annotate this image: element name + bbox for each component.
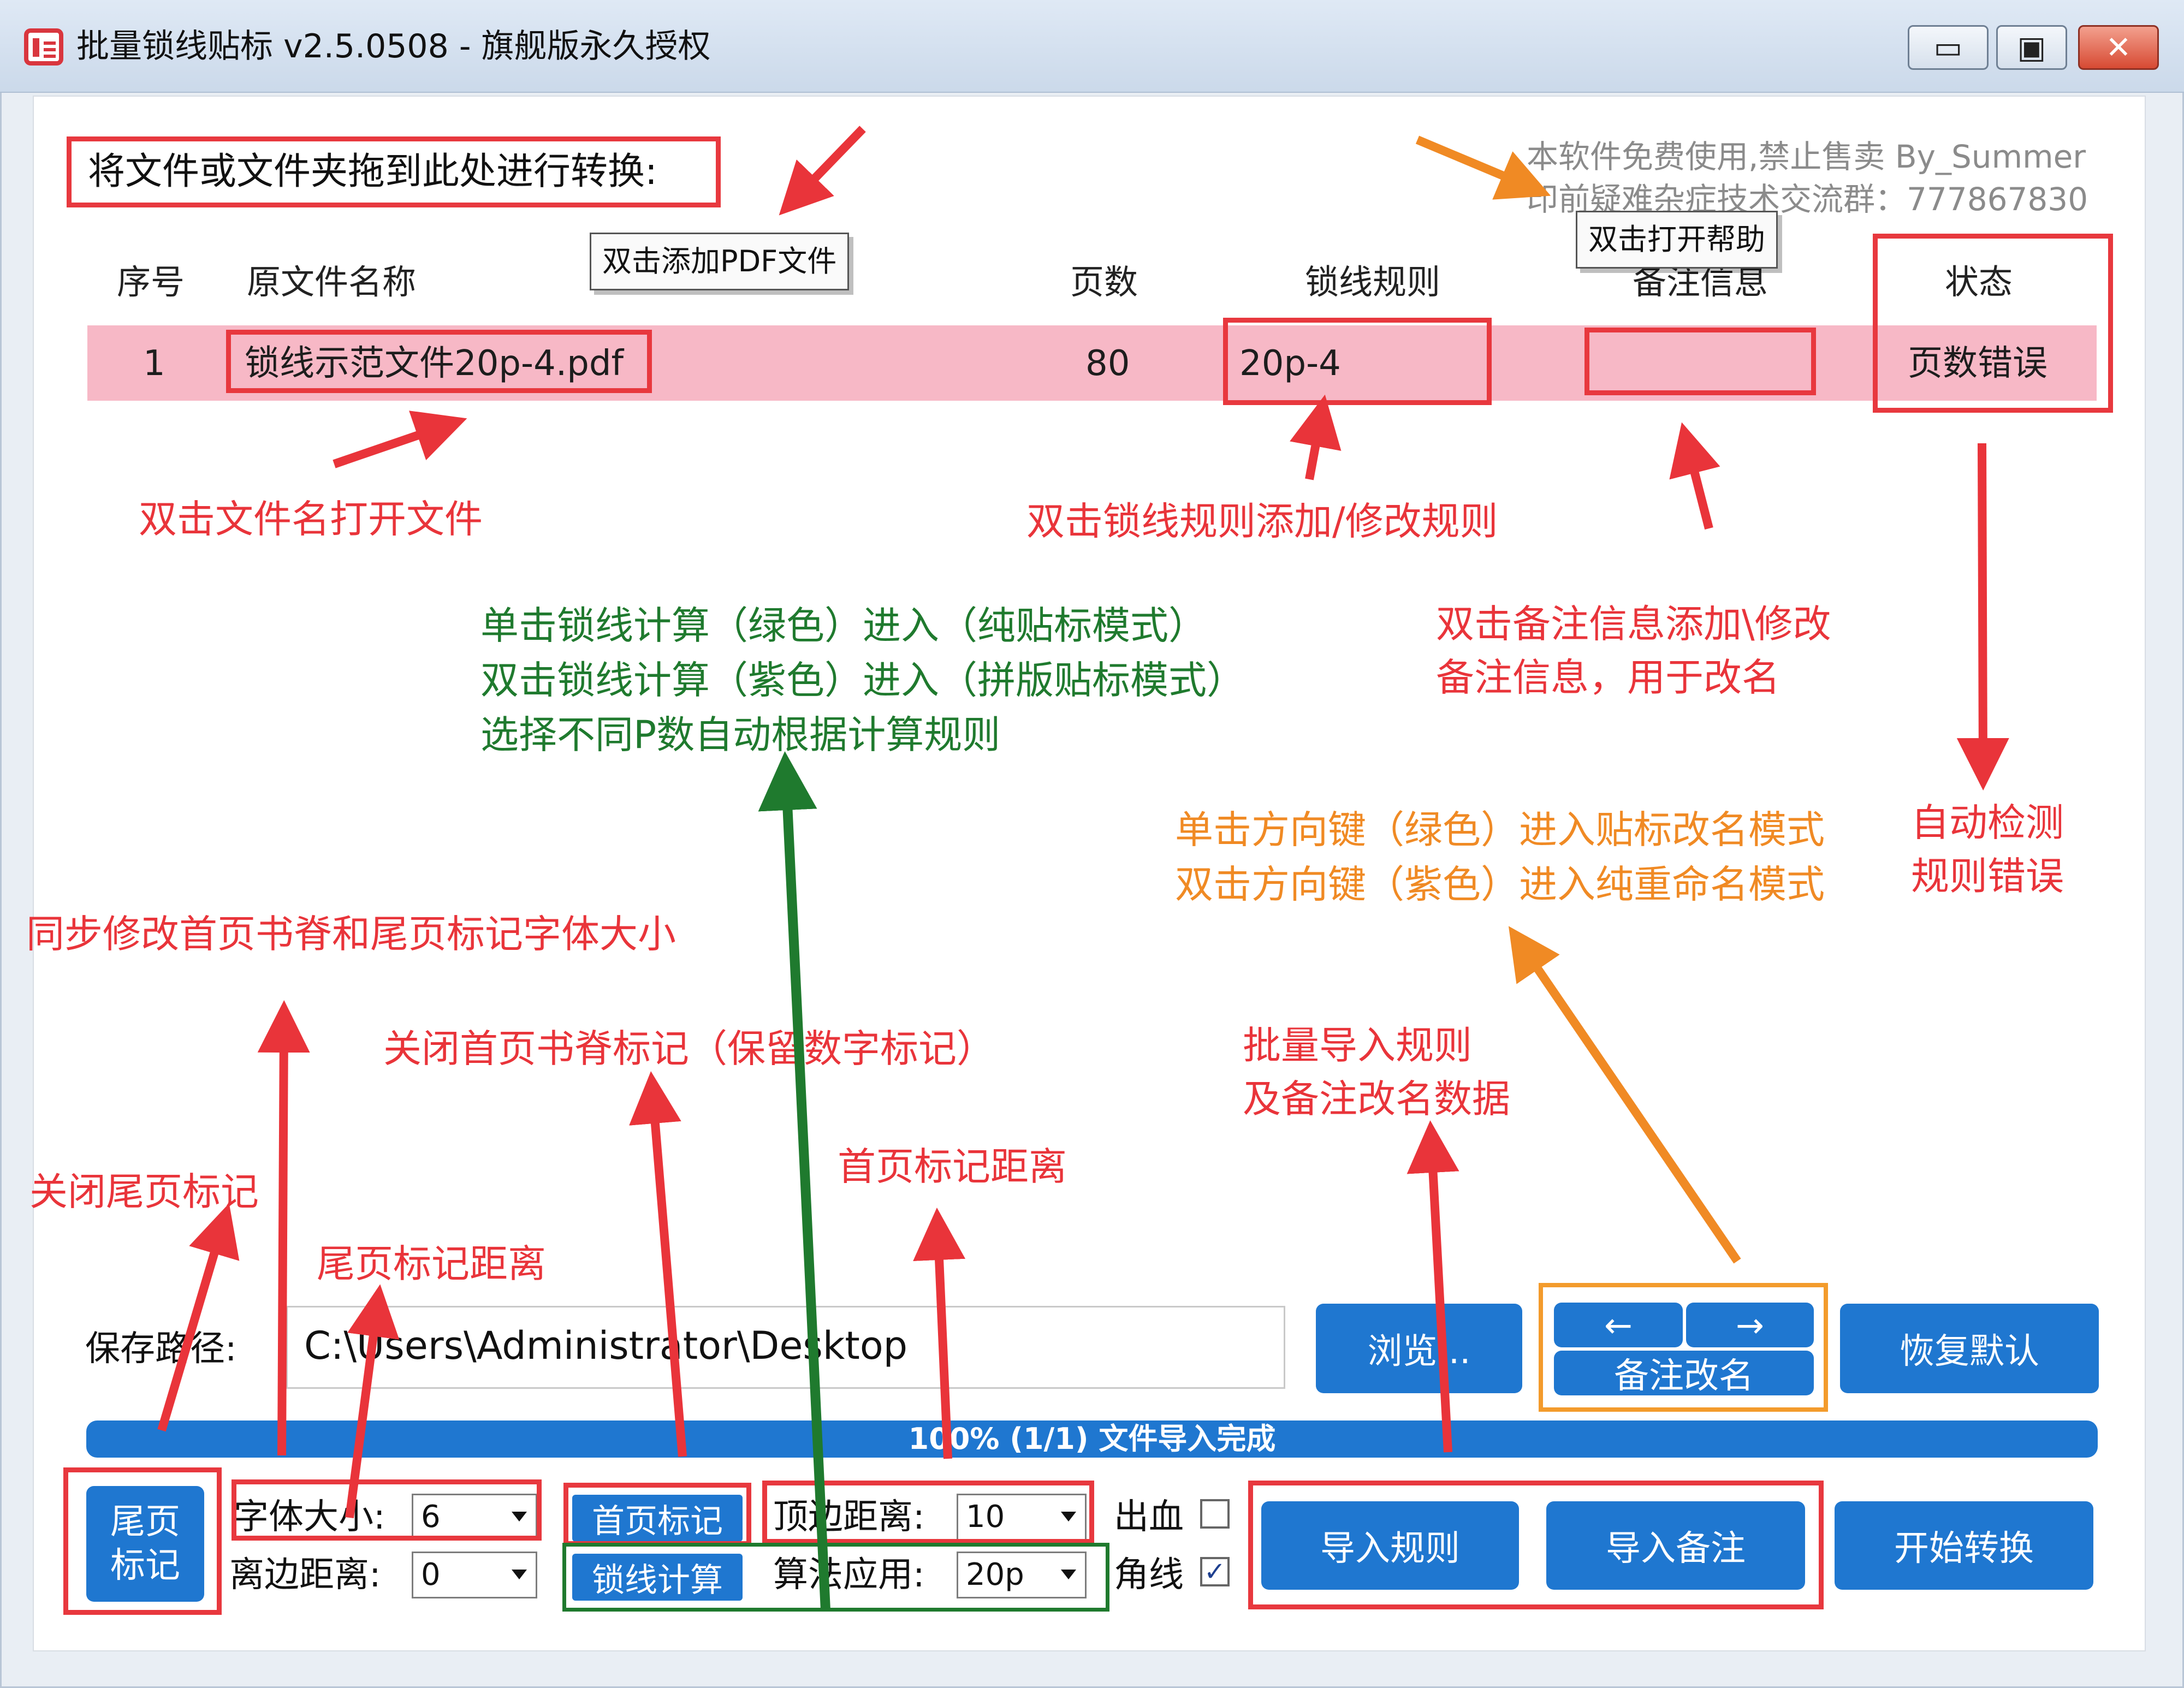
progress-bar: 100% (1/1) 文件导入完成: [86, 1420, 2098, 1458]
row-index: 1: [143, 343, 165, 384]
corner-line-checkbox[interactable]: ✓: [1200, 1557, 1230, 1586]
annotation-first-page-distance: 首页标记距离: [838, 1144, 1067, 1189]
window-title: 批量锁线贴标 v2.5.0508 - 旗舰版永久授权: [76, 27, 711, 66]
header-index[interactable]: 序号: [117, 254, 185, 304]
annotation-font-size-sync: 同步修改首页书脊和尾页标记字体大小: [26, 912, 676, 956]
tooltip-add-pdf: 双击添加PDF文件: [590, 233, 850, 290]
tooltip-open-help: 双击打开帮助: [1576, 211, 1778, 269]
import-highlight-box: [1248, 1481, 1824, 1609]
edge-distance-label: 离边距离:: [229, 1555, 381, 1595]
minimize-icon: ▭: [1933, 29, 1963, 66]
close-button[interactable]: ✕: [2078, 25, 2159, 70]
browse-button[interactable]: 浏览...: [1316, 1304, 1522, 1393]
bleed-checkbox[interactable]: [1200, 1499, 1230, 1529]
lock-calc-highlight-box: [562, 1543, 1109, 1612]
save-path-input[interactable]: C:\Users\Administrator\Desktop: [286, 1306, 1285, 1389]
annotation-batch-import-1: 批量导入规则: [1243, 1023, 1472, 1068]
info-line-1: 本软件免费使用,禁止售卖 By_Summer: [1527, 138, 2086, 175]
row-pages: 80: [1085, 343, 1130, 384]
maximize-icon: ▣: [2017, 29, 2046, 66]
start-convert-button[interactable]: 开始转换: [1835, 1501, 2093, 1590]
annotation-edit-rule: 双击锁线规则添加/修改规则: [1026, 499, 1498, 544]
edge-distance-select[interactable]: 0: [412, 1552, 537, 1598]
bleed-label: 出血: [1114, 1497, 1184, 1537]
header-filename[interactable]: 原文件名称: [247, 254, 416, 304]
annotation-last-page-distance: 尾页标记距离: [317, 1241, 546, 1286]
annotation-close-first-spine: 关闭首页书脊标记（保留数字标记）: [383, 1026, 995, 1071]
save-path-label: 保存路径:: [85, 1329, 237, 1369]
first-page-mark-highlight-box: [563, 1483, 751, 1546]
header-rule[interactable]: 锁线规则: [1305, 254, 1440, 304]
annotation-auto-check-2: 规则错误: [1911, 854, 2064, 899]
corner-line-label: 角线: [1114, 1555, 1184, 1595]
annotation-orange-2: 双击方向键（紫色）进入纯重命名模式: [1175, 862, 1825, 907]
filename-highlight-box: [226, 330, 652, 393]
annotation-orange-1: 单击方向键（绿色）进入贴标改名模式: [1175, 807, 1825, 852]
annotation-batch-import-2: 及备注改名数据: [1243, 1077, 1510, 1121]
close-icon: ✕: [2105, 29, 2132, 66]
font-size-highlight-box: [232, 1479, 542, 1541]
app-icon: [24, 28, 63, 66]
annotation-auto-check-1: 自动检测: [1911, 800, 2064, 845]
edge-distance-value: 0: [421, 1557, 441, 1592]
annotation-note-2: 备注信息，用于改名: [1436, 655, 1780, 700]
last-page-mark-highlight-box: [63, 1467, 222, 1615]
status-highlight-box: [1873, 234, 2113, 413]
drop-hint-label: 将文件或文件夹拖到此处进行转换:: [67, 136, 721, 207]
annotation-note-1: 双击备注信息添加\修改: [1436, 602, 1831, 646]
top-distance-highlight-box: [762, 1481, 1094, 1544]
maximize-button[interactable]: ▣: [1996, 25, 2067, 70]
annotation-open-file: 双击文件名打开文件: [139, 497, 483, 542]
annotation-green-2: 双击锁线计算（紫色）进入（拼版贴标模式）: [480, 658, 1245, 703]
annotation-green-1: 单击锁线计算（绿色）进入（纯贴标模式）: [480, 603, 1207, 648]
annotation-green-3: 选择不同P数自动根据计算规则: [480, 712, 1001, 757]
rule-highlight-box: [1223, 318, 1492, 405]
restore-default-button[interactable]: 恢复默认: [1840, 1304, 2099, 1393]
arrow-keys-highlight-box: [1539, 1283, 1828, 1412]
note-highlight-box: [1584, 328, 1816, 395]
annotation-close-last-mark: 关闭尾页标记: [29, 1169, 259, 1214]
chevron-down-icon: [512, 1570, 527, 1579]
header-pages[interactable]: 页数: [1070, 254, 1138, 304]
minimize-button[interactable]: ▭: [1908, 25, 1989, 70]
